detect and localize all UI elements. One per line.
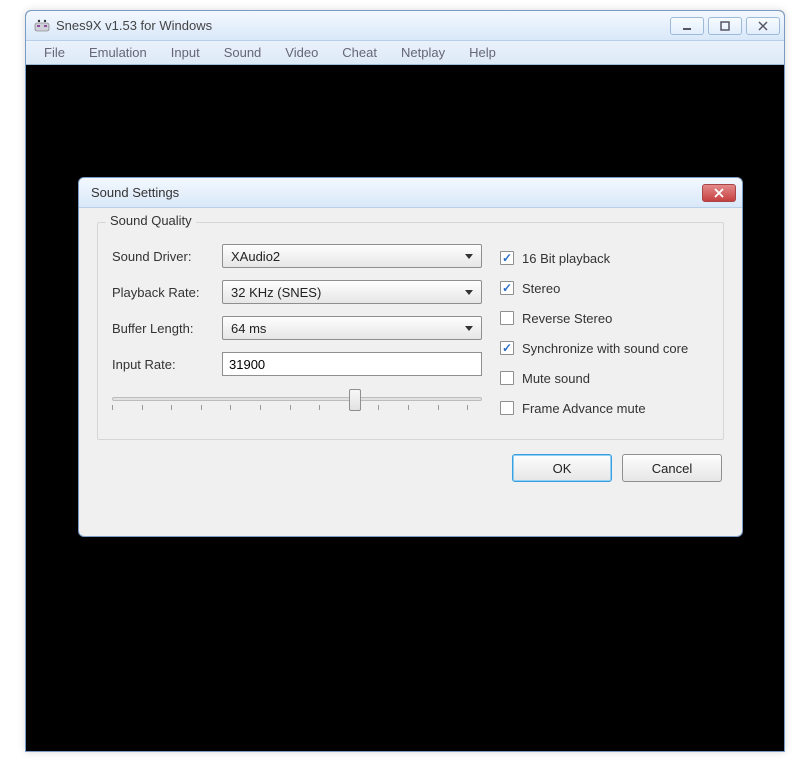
checkbox-row: Synchronize with sound core (500, 333, 709, 363)
checkbox[interactable] (500, 401, 514, 415)
sound-quality-group: Sound Quality Sound Driver: XAudio2 Play… (97, 222, 724, 440)
menubar: File Emulation Input Sound Video Cheat N… (26, 41, 784, 65)
checkbox-label: Synchronize with sound core (522, 341, 688, 356)
sound-settings-dialog: Sound Settings Sound Quality Sound Drive… (78, 177, 743, 537)
close-button[interactable] (746, 17, 780, 35)
cancel-button-label: Cancel (652, 461, 692, 476)
checkbox[interactable] (500, 281, 514, 295)
slider-thumb[interactable] (349, 389, 361, 411)
menu-input[interactable]: Input (159, 43, 212, 62)
menu-emulation[interactable]: Emulation (77, 43, 159, 62)
checkbox-row: Reverse Stereo (500, 303, 709, 333)
checkbox-label: Frame Advance mute (522, 401, 646, 416)
playback-rate-dropdown[interactable]: 32 KHz (SNES) (222, 280, 482, 304)
checkbox[interactable] (500, 311, 514, 325)
checkbox-row: Frame Advance mute (500, 393, 709, 423)
app-icon (34, 18, 50, 34)
dialog-title: Sound Settings (91, 185, 702, 200)
titlebar: Snes9X v1.53 for Windows (26, 11, 784, 41)
slider-ticks (112, 405, 482, 413)
dialog-titlebar: Sound Settings (79, 178, 742, 208)
dialog-close-button[interactable] (702, 184, 736, 202)
group-label: Sound Quality (106, 213, 196, 228)
checkbox-label: 16 Bit playback (522, 251, 610, 266)
ok-button[interactable]: OK (512, 454, 612, 482)
checkbox[interactable] (500, 341, 514, 355)
checkbox[interactable] (500, 251, 514, 265)
menu-netplay[interactable]: Netplay (389, 43, 457, 62)
buffer-length-dropdown[interactable]: 64 ms (222, 316, 482, 340)
input-rate-slider[interactable] (112, 387, 482, 417)
menu-sound[interactable]: Sound (212, 43, 274, 62)
buffer-length-label: Buffer Length: (112, 321, 222, 336)
menu-cheat[interactable]: Cheat (330, 43, 389, 62)
sound-driver-label: Sound Driver: (112, 249, 222, 264)
checkbox-label: Reverse Stereo (522, 311, 612, 326)
buffer-length-value: 64 ms (231, 321, 266, 336)
minimize-button[interactable] (670, 17, 704, 35)
playback-rate-value: 32 KHz (SNES) (231, 285, 321, 300)
input-rate-field[interactable] (222, 352, 482, 376)
ok-button-label: OK (553, 461, 572, 476)
menu-file[interactable]: File (32, 43, 77, 62)
checkbox-row: Stereo (500, 273, 709, 303)
checkbox[interactable] (500, 371, 514, 385)
maximize-button[interactable] (708, 17, 742, 35)
checkbox-label: Stereo (522, 281, 560, 296)
input-rate-label: Input Rate: (112, 357, 222, 372)
slider-track (112, 397, 482, 401)
menu-help[interactable]: Help (457, 43, 508, 62)
menu-video[interactable]: Video (273, 43, 330, 62)
sound-driver-dropdown[interactable]: XAudio2 (222, 244, 482, 268)
checkbox-label: Mute sound (522, 371, 590, 386)
checkbox-row: Mute sound (500, 363, 709, 393)
checkbox-row: 16 Bit playback (500, 243, 709, 273)
sound-driver-value: XAudio2 (231, 249, 280, 264)
window-title: Snes9X v1.53 for Windows (56, 18, 670, 33)
playback-rate-label: Playback Rate: (112, 285, 222, 300)
cancel-button[interactable]: Cancel (622, 454, 722, 482)
